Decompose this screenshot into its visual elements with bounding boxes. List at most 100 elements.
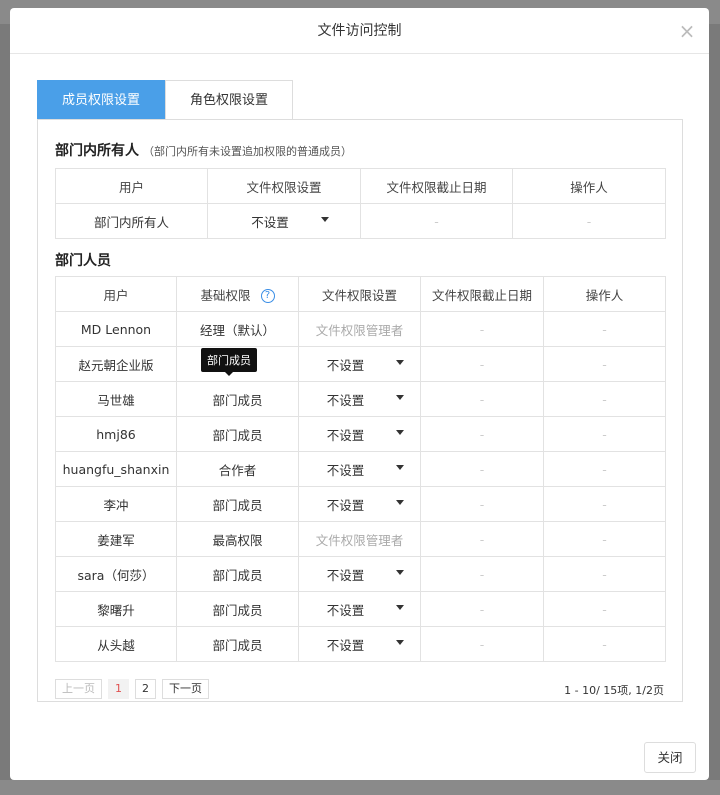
cell-permission: 不设置	[298, 346, 421, 382]
permission-select-value: 不设置	[326, 567, 365, 583]
table-header-row: 用户 文件权限设置 文件权限截止日期 操作人	[55, 168, 666, 204]
cell-base-permission: 部门成员	[176, 486, 299, 522]
cell-deadline: -	[420, 591, 544, 627]
cell-user: 马世雄	[55, 381, 177, 417]
cell-operator: -	[543, 416, 666, 452]
cell-user: hmj86	[55, 416, 177, 452]
cell-deadline: -	[420, 521, 544, 557]
cell-deadline: -	[360, 203, 513, 239]
cell-deadline: -	[420, 311, 544, 347]
cell-user: MD Lennon	[55, 311, 177, 347]
file-access-modal: 文件访问控制 × 成员权限设置 角色权限设置 部门内所有人 （部门内所有未设置追加…	[10, 8, 709, 780]
permission-select[interactable]: 不设置	[326, 460, 405, 479]
page-1-button[interactable]: 1	[108, 679, 129, 699]
cell-operator: -	[543, 381, 666, 417]
dept-all-table: 用户 文件权限设置 文件权限截止日期 操作人 部门内所有人 不设置 - -	[55, 168, 666, 239]
help-icon[interactable]: ?	[260, 289, 275, 303]
cell-user: 赵元朝企业版	[55, 346, 177, 382]
members-table: 用户 基础权限? 文件权限设置 文件权限截止日期 操作人 MD Lennon 经理…	[55, 276, 666, 662]
cell-operator: -	[512, 203, 666, 239]
col-file-permission: 文件权限设置	[298, 276, 421, 312]
col-base-permission: 基础权限?	[176, 276, 299, 312]
permission-select[interactable]: 不设置	[326, 425, 405, 444]
caret-down-icon	[320, 216, 329, 222]
caret-down-icon	[396, 499, 405, 505]
cell-deadline: -	[420, 486, 544, 522]
table-row: huangfu_shanxin 合作者 不设置 - -	[55, 451, 666, 487]
table-header-row: 用户 基础权限? 文件权限设置 文件权限截止日期 操作人	[55, 276, 666, 312]
tab-bar: 成员权限设置 角色权限设置	[37, 80, 294, 120]
permission-select[interactable]: 不设置	[327, 495, 405, 514]
cell-user: 李冲	[55, 486, 177, 522]
cell-base-permission: 部门成员	[176, 556, 299, 592]
tab-role-permissions[interactable]: 角色权限设置	[165, 80, 294, 120]
page-info: 1 - 10/ 15项, 1/2页	[564, 684, 664, 697]
cell-deadline: -	[420, 626, 544, 662]
modal-title: 文件访问控制	[317, 23, 402, 39]
permission-select-value: 不设置	[251, 214, 289, 230]
caret-down-icon	[396, 639, 405, 645]
permission-select[interactable]: 不设置	[326, 565, 405, 584]
cell-permission: 不设置	[298, 556, 421, 592]
cell-operator: -	[543, 451, 666, 487]
col-file-permission: 文件权限设置	[207, 168, 361, 204]
page-2-button[interactable]: 2	[135, 679, 156, 699]
cell-permission: 不设置	[298, 626, 421, 662]
col-operator: 操作人	[543, 276, 666, 312]
table-row: 黎曙升 部门成员 不设置 - -	[55, 591, 666, 627]
cell-base-permission: 部门成员	[176, 626, 299, 662]
col-base-permission-label: 基础权限	[200, 287, 251, 303]
caret-down-icon	[396, 394, 405, 400]
permission-select-value: 不设置	[326, 357, 365, 373]
col-operator: 操作人	[512, 168, 666, 204]
close-icon[interactable]: ×	[677, 8, 697, 54]
table-row: 马世雄 部门成员 不设置 - -	[55, 381, 666, 417]
cell-permission: 不设置	[298, 416, 421, 452]
cell-user: 部门内所有人	[55, 203, 208, 239]
cell-user: 从头越	[55, 626, 177, 662]
cell-permission: 不设置	[298, 381, 421, 417]
table-row: 从头越 部门成员 不设置 - -	[55, 626, 666, 662]
cell-user: 姜建军	[55, 521, 177, 557]
permission-select-value: 不设置	[326, 427, 365, 443]
cell-user: huangfu_shanxin	[55, 451, 177, 487]
table-row: hmj86 部门成员 不设置 - -	[55, 416, 666, 452]
table-row: 姜建军 最高权限 文件权限管理者 - -	[55, 521, 666, 557]
tab-member-permissions[interactable]: 成员权限设置	[37, 80, 166, 120]
permission-select[interactable]: 不设置	[327, 600, 405, 619]
pagination: 上一页 1 2 下一页	[55, 679, 209, 699]
col-user: 用户	[55, 276, 177, 312]
permission-select[interactable]: 不设置	[326, 635, 405, 654]
cell-base-permission: 部门成员	[176, 591, 299, 627]
cell-permission: 不设置	[298, 486, 421, 522]
cell-user: sara（何莎）	[55, 556, 177, 592]
backdrop	[0, 780, 720, 795]
prev-page-button[interactable]: 上一页	[55, 679, 102, 699]
table-row: 赵元朝企业版 不设置 - -	[55, 346, 666, 382]
permission-select[interactable]: 不设置	[251, 212, 329, 231]
table-row: MD Lennon 经理（默认） 文件权限管理者 - -	[55, 311, 666, 347]
next-page-button[interactable]: 下一页	[162, 679, 209, 699]
cell-base-permission: 合作者	[176, 451, 299, 487]
caret-down-icon	[396, 604, 405, 610]
cell-permission: 文件权限管理者	[298, 311, 421, 347]
cell-base-permission: 部门成员	[176, 381, 299, 417]
cell-operator: -	[543, 556, 666, 592]
cell-deadline: -	[420, 381, 544, 417]
cell-base-permission: 最高权限	[176, 521, 299, 557]
permission-select-value: 不设置	[326, 462, 365, 478]
cell-operator: -	[543, 486, 666, 522]
cell-base-permission: 经理（默认）	[176, 311, 299, 347]
cell-operator: -	[543, 311, 666, 347]
cell-deadline: -	[420, 451, 544, 487]
close-button[interactable]: 关闭	[644, 742, 696, 773]
table-row: sara（何莎） 部门成员 不设置 - -	[55, 556, 666, 592]
permission-select[interactable]: 不设置	[327, 390, 405, 409]
cell-permission: 不设置	[298, 451, 421, 487]
permission-select[interactable]: 不设置	[326, 355, 405, 374]
caret-down-icon	[396, 464, 405, 470]
permission-select-value: 不设置	[326, 637, 365, 653]
dept-all-heading: 部门内所有人	[55, 143, 139, 159]
col-user: 用户	[55, 168, 208, 204]
cell-permission: 不设置	[207, 203, 361, 239]
